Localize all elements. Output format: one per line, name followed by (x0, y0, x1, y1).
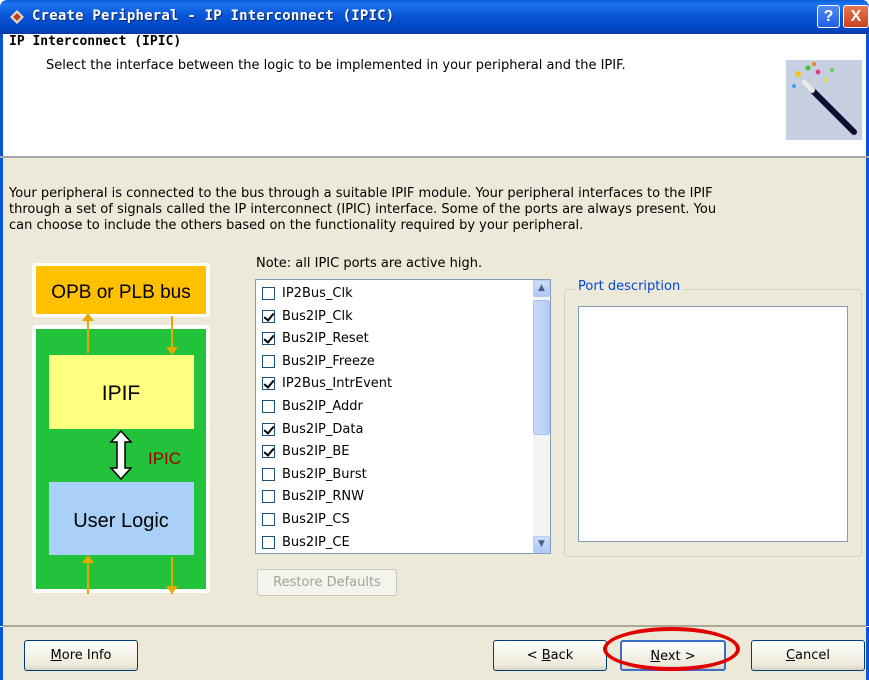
back-label: ack (550, 648, 574, 663)
port-list-item[interactable]: Bus2IP_RNW (262, 485, 364, 508)
port-description-legend: Port description (575, 279, 684, 294)
port-label: IP2Bus_Clk (282, 286, 353, 301)
page-title: IP Interconnect (IPIC) (9, 34, 182, 49)
port-label: Bus2IP_Addr (282, 399, 363, 414)
intro-line: Your peripheral is connected to the bus … (9, 186, 713, 201)
scroll-down-icon[interactable]: ▼ (533, 536, 550, 553)
port-list-item[interactable]: Bus2IP_CE (262, 531, 350, 554)
port-label: Bus2IP_CE (282, 534, 350, 550)
port-checkbox[interactable] (262, 513, 275, 526)
port-label: Bus2IP_Clk (282, 308, 353, 324)
port-label: IP2Bus_IntrEvent (282, 376, 393, 392)
port-list-item[interactable]: Bus2IP_Clk (262, 305, 353, 328)
cancel-button[interactable]: Cancel (751, 640, 865, 671)
close-button[interactable]: X (843, 5, 869, 28)
wizard-header (0, 34, 869, 157)
back-button[interactable]: < Back (493, 640, 607, 671)
more-info-button[interactable]: More Info (24, 640, 138, 671)
port-checkbox[interactable] (262, 445, 275, 459)
intro-text: Your peripheral is connected to the bus … (9, 186, 859, 234)
more-info-mnemonic: M (50, 648, 62, 663)
page-subtitle: Select the interface between the logic t… (46, 58, 626, 73)
ports-note: Note: all IPIC ports are active high. (256, 256, 483, 271)
port-checkbox[interactable] (262, 309, 275, 323)
scroll-up-icon[interactable]: ▲ (533, 280, 550, 297)
port-list-item[interactable]: IP2Bus_IntrEvent (262, 372, 392, 395)
port-label: Bus2IP_BE (282, 444, 350, 460)
port-checkbox[interactable] (262, 287, 275, 300)
port-checkbox[interactable] (262, 422, 275, 436)
title-bar[interactable]: Create Peripheral - IP Interconnect (IPI… (0, 0, 869, 34)
back-mnemonic: B (541, 648, 551, 663)
port-list-item[interactable]: Bus2IP_Burst (262, 463, 367, 486)
port-label: Bus2IP_Freeze (282, 353, 375, 369)
port-list-item[interactable]: IP2Bus_Clk (262, 282, 353, 305)
ipif-label: IPIF (102, 382, 141, 405)
app-icon (10, 10, 24, 24)
port-list-item[interactable]: Bus2IP_Freeze (262, 350, 375, 373)
port-checkbox[interactable] (262, 332, 275, 346)
port-label: Bus2IP_CS (282, 512, 350, 527)
intro-line: can choose to include the others based o… (9, 218, 584, 233)
list-scrollbar[interactable]: ▲ ▼ (533, 280, 550, 553)
wizard-wand-icon (786, 60, 862, 140)
port-description-box[interactable] (578, 306, 848, 542)
ipic-diagram: OPB or PLB bus IPIF IPIC User Logic (32, 263, 210, 594)
port-label: Bus2IP_Reset (282, 331, 369, 347)
bus-label: OPB or PLB bus (51, 282, 190, 303)
port-list-item[interactable]: Bus2IP_CS (262, 508, 350, 531)
port-label: Bus2IP_RNW (282, 489, 364, 505)
port-list-item[interactable]: Bus2IP_Data (262, 418, 363, 441)
scroll-thumb[interactable] (533, 300, 550, 435)
port-checkbox[interactable] (262, 400, 275, 413)
port-checkbox[interactable] (262, 467, 275, 481)
intro-line: through a set of signals called the IP i… (9, 202, 717, 217)
user-logic-label: User Logic (73, 510, 169, 532)
back-label: < (526, 648, 542, 663)
window-title: Create Peripheral - IP Interconnect (IPI… (32, 8, 395, 24)
port-checkbox[interactable] (262, 354, 275, 368)
more-info-label: ore Info (61, 648, 112, 663)
cancel-mnemonic: C (785, 648, 796, 663)
port-checkbox[interactable] (262, 377, 275, 391)
port-checkbox[interactable] (262, 490, 275, 504)
cancel-label: ancel (795, 648, 831, 663)
port-label: Bus2IP_Burst (282, 466, 367, 482)
port-label: Bus2IP_Data (282, 421, 364, 437)
restore-defaults-button[interactable]: Restore Defaults (257, 569, 397, 596)
ipic-label: IPIC (148, 449, 181, 468)
port-checkbox[interactable] (262, 535, 275, 549)
port-list-item[interactable]: Bus2IP_Reset (262, 327, 369, 350)
port-list-item[interactable]: Bus2IP_Addr (262, 395, 363, 418)
port-list-item[interactable]: Bus2IP_BE (262, 440, 350, 463)
next-highlight-annotation (603, 627, 740, 671)
help-button[interactable]: ? (817, 5, 840, 28)
ports-listbox[interactable]: ▲ ▼ IP2Bus_Clk Bus2IP_Clk Bus2IP_Reset Bus2… (255, 279, 551, 554)
